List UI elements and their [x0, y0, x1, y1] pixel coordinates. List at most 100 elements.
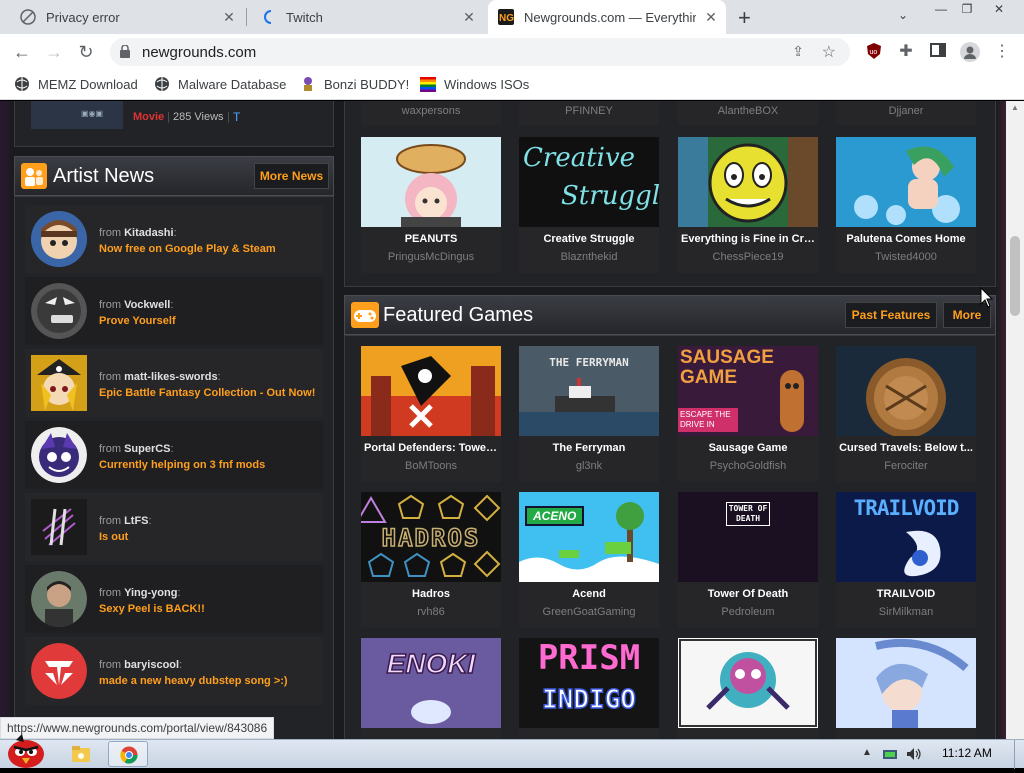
- game-card[interactable]: PRISM INDIGO: [519, 638, 659, 739]
- game-thumbnail: TRAILVOID: [836, 492, 976, 582]
- news-item-matt-likes-swords[interactable]: from matt-likes-swords: Epic Battle Fant…: [25, 349, 323, 417]
- news-message[interactable]: Currently helping on 3 fnf mods: [99, 459, 265, 471]
- close-tab-icon[interactable]: ✕: [222, 10, 236, 24]
- game-card[interactable]: SAUSAGE GAME ESCAPE THE DRIVE IN Sausage…: [678, 346, 818, 482]
- game-card[interactable]: ENOKI: [361, 638, 501, 739]
- game-card[interactable]: [836, 638, 976, 739]
- news-item-baryiscool[interactable]: from baryiscool: made a new heavy dubste…: [25, 637, 323, 705]
- game-card[interactable]: ACENO Acend GreenGoatGaming: [519, 492, 659, 628]
- game-card[interactable]: HADROS Hadros rvh86: [361, 492, 501, 628]
- game-author[interactable]: PsychoGoldfish: [678, 460, 818, 472]
- news-message[interactable]: Is out: [99, 531, 128, 543]
- movie-card[interactable]: PEANUTS PringusMcDingus: [361, 137, 501, 273]
- extensions-puzzle-icon[interactable]: ✚: [896, 42, 916, 62]
- forward-arrow-icon[interactable]: →: [42, 40, 66, 64]
- news-username[interactable]: LtFS: [124, 515, 148, 527]
- game-title: Portal Defenders: Tower ...: [364, 442, 501, 454]
- movie-author[interactable]: PringusMcDingus: [361, 251, 501, 263]
- tray-expand-chevron-icon[interactable]: ▲: [862, 747, 872, 758]
- movie-card[interactable]: PFINNEY: [519, 101, 659, 125]
- game-card[interactable]: Cursed Travels: Below t... Ferociter: [836, 346, 976, 482]
- address-bar[interactable]: newgrounds.com ⇪ ☆: [110, 38, 850, 66]
- game-author[interactable]: Pedroleum: [678, 606, 818, 618]
- past-features-button[interactable]: Past Features: [845, 302, 937, 328]
- movie-author[interactable]: Blaznthekid: [519, 251, 659, 263]
- tab-privacy-error[interactable]: Privacy error ✕: [8, 0, 244, 34]
- page-scrollbar[interactable]: ▲: [1006, 101, 1024, 739]
- game-author[interactable]: SirMilkman: [836, 606, 976, 618]
- taskbar-clock[interactable]: 11:12 AM: [942, 746, 992, 760]
- game-card[interactable]: THE FERRYMAN The Ferryman gl3nk: [519, 346, 659, 482]
- game-author[interactable]: rvh86: [361, 606, 501, 618]
- news-item-supercs[interactable]: from SuperCS: Currently helping on 3 fnf…: [25, 421, 323, 489]
- news-message[interactable]: made a new heavy dubstep song >:): [99, 675, 288, 687]
- bookmark-star-icon[interactable]: ☆: [822, 42, 836, 62]
- movie-card[interactable]: Djjaner: [836, 101, 976, 125]
- file-explorer-icon[interactable]: [70, 744, 92, 764]
- share-icon[interactable]: ⇪: [792, 43, 804, 60]
- show-desktop-button[interactable]: [1014, 740, 1024, 769]
- profile-avatar-icon[interactable]: [960, 42, 980, 62]
- right-column: waxpersons PFINNEY AlantheBOX Djjaner PE…: [344, 101, 996, 739]
- bookmark-windows-isos[interactable]: Windows ISOs: [420, 76, 529, 92]
- more-news-button[interactable]: More News: [254, 163, 329, 189]
- movie-card[interactable]: Palutena Comes Home Twisted4000: [836, 137, 976, 273]
- scrollbar-thumb[interactable]: [1010, 236, 1020, 316]
- game-thumbnail: [836, 638, 976, 728]
- close-window-button[interactable]: ✕: [984, 0, 1014, 18]
- game-author[interactable]: BoMToons: [361, 460, 501, 472]
- game-card[interactable]: [678, 638, 818, 739]
- news-username[interactable]: SuperCS: [124, 443, 170, 455]
- news-message[interactable]: Now free on Google Play & Steam: [99, 243, 276, 255]
- menu-kebab-icon[interactable]: ⋮: [992, 42, 1012, 62]
- news-username[interactable]: Kitadashi: [124, 227, 174, 239]
- bookmark-memz[interactable]: MEMZ Download: [14, 76, 138, 92]
- svg-text:NG: NG: [499, 13, 514, 24]
- game-author[interactable]: GreenGoatGaming: [519, 606, 659, 618]
- featured-games-panel: Portal Defenders: Tower ... BoMToons THE…: [344, 335, 996, 739]
- movie-card[interactable]: AlantheBOX: [678, 101, 818, 125]
- tab-newgrounds[interactable]: NG Newgrounds.com — Everythin ✕: [488, 0, 726, 34]
- side-panel-icon[interactable]: [928, 42, 948, 62]
- reload-icon[interactable]: ↻: [74, 40, 98, 64]
- news-message[interactable]: Sexy Peel is BACK!!: [99, 603, 205, 615]
- tab-search-chevron-icon[interactable]: ⌄: [898, 8, 908, 22]
- movie-author[interactable]: ChessPiece19: [678, 251, 818, 263]
- news-message[interactable]: Prove Yourself: [99, 315, 176, 327]
- movie-item-partial[interactable]: ▣◉▣ Movie | 285 Views | T: [14, 101, 334, 147]
- news-username[interactable]: Ying-yong: [124, 587, 177, 599]
- chrome-taskbar-button[interactable]: [108, 741, 148, 767]
- network-icon[interactable]: [882, 748, 900, 760]
- news-username[interactable]: Vockwell: [124, 299, 170, 311]
- tab-twitch[interactable]: Twitch ✕: [248, 0, 484, 34]
- news-item-vockwell[interactable]: from Vockwell: Prove Yourself: [25, 277, 323, 345]
- game-card[interactable]: Portal Defenders: Tower ... BoMToons: [361, 346, 501, 482]
- game-card[interactable]: TOWER OF DEATH Tower Of Death Pedroleum: [678, 492, 818, 628]
- game-card[interactable]: TRAILVOID TRAILVOID SirMilkman: [836, 492, 976, 628]
- back-arrow-icon[interactable]: ←: [10, 40, 34, 64]
- news-username[interactable]: matt-likes-swords: [124, 371, 218, 383]
- game-author[interactable]: gl3nk: [519, 460, 659, 472]
- news-item-ying-yong[interactable]: from Ying-yong: Sexy Peel is BACK!!: [25, 565, 323, 633]
- windows-taskbar: ▲ 11:12 AM: [0, 734, 1024, 769]
- movie-card[interactable]: Creative Struggle Creative Struggle Blaz…: [519, 137, 659, 273]
- news-item-kitadashi[interactable]: from Kitadashi: Now free on Google Play …: [25, 205, 323, 273]
- close-tab-icon[interactable]: ✕: [704, 10, 718, 24]
- movie-card[interactable]: Everything is Fine in Cry... ChessPiece1…: [678, 137, 818, 273]
- bookmark-malware-database[interactable]: Malware Database: [154, 76, 286, 92]
- restore-button[interactable]: ❐: [952, 0, 982, 18]
- game-author[interactable]: Ferociter: [836, 460, 976, 472]
- movie-card[interactable]: waxpersons: [361, 101, 501, 125]
- news-message[interactable]: Epic Battle Fantasy Collection - Out Now…: [99, 387, 315, 399]
- volume-icon[interactable]: [906, 747, 922, 761]
- movie-author[interactable]: Twisted4000: [836, 251, 976, 263]
- close-tab-icon[interactable]: ✕: [462, 10, 476, 24]
- ublock-icon[interactable]: uo: [864, 42, 884, 62]
- start-button-angry-bird-icon[interactable]: [2, 730, 50, 768]
- new-tab-button[interactable]: +: [738, 5, 751, 31]
- divider: |: [227, 111, 230, 123]
- news-username[interactable]: baryiscool: [124, 659, 179, 671]
- news-item-ltfs[interactable]: from LtFS: Is out: [25, 493, 323, 561]
- scroll-up-icon[interactable]: ▲: [1011, 103, 1019, 112]
- bookmark-bonzi-buddy[interactable]: Bonzi BUDDY!: [300, 76, 409, 92]
